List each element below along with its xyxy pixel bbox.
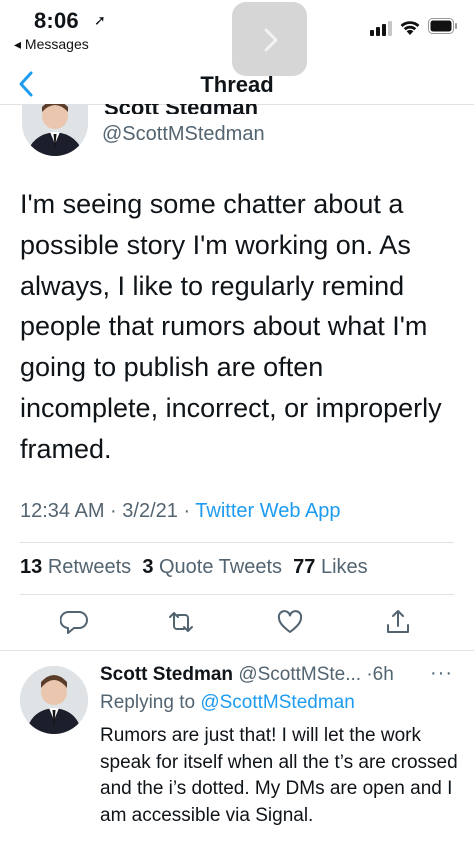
more-options-icon[interactable]: ···	[430, 662, 453, 685]
reply-handle-time: @ScottMSte... ·6h	[238, 664, 394, 685]
retweets-label: Retweets	[47, 556, 132, 578]
battery-icon	[428, 18, 457, 34]
divider	[20, 594, 454, 595]
reply-text: Rumors are just that! I will let the wor…	[100, 725, 458, 826]
tweet-source-link[interactable]: Twitter Web App	[195, 500, 340, 522]
chevron-right-icon	[264, 28, 278, 52]
divider	[20, 542, 454, 543]
tweet-timestamp: 12:34 AM · 3/2/21 ·	[20, 500, 196, 522]
reply-icon[interactable]	[60, 608, 88, 636]
cellular-signal-icon	[370, 21, 392, 36]
location-icon: ➚	[94, 12, 106, 28]
quotes-label: Quote Tweets	[159, 556, 283, 578]
replying-to: Replying to @ScottMStedman	[100, 692, 355, 714]
divider	[0, 650, 474, 651]
retweets-count: 13	[20, 556, 43, 578]
author-name[interactable]: Scott Stedman	[104, 104, 304, 114]
author-handle[interactable]: @ScottMStedman	[102, 123, 265, 146]
quotes-count: 3	[142, 556, 154, 578]
tweet-text: I'm seeing some chatter about a possible…	[20, 189, 442, 464]
wifi-icon	[400, 21, 420, 35]
reply-avatar[interactable]	[20, 666, 88, 734]
tweet-meta: 12:34 AM · 3/2/21 · Twitter Web App	[20, 500, 341, 523]
retweet-icon[interactable]	[166, 608, 196, 636]
assistive-touch-button[interactable]	[232, 2, 307, 76]
reply-author[interactable]: Scott Stedman @ScottMSte... ·6h	[100, 664, 394, 686]
back-to-messages[interactable]: ◂ Messages	[14, 36, 89, 53]
replying-to-link[interactable]: @ScottMStedman	[200, 692, 354, 713]
reply-author-name: Scott Stedman	[100, 664, 234, 685]
likes-count: 77	[293, 556, 316, 578]
status-time: 8:06	[34, 8, 79, 33]
share-icon[interactable]	[384, 608, 412, 636]
replying-prefix: Replying to	[100, 692, 201, 713]
quote-tweets-stat[interactable]: 3 Quote Tweets	[142, 556, 282, 578]
like-icon[interactable]	[276, 608, 304, 636]
likes-stat[interactable]: 77 Likes	[293, 556, 368, 578]
page-title: Thread	[200, 72, 274, 97]
tweet-stats: 13 Retweets 3 Quote Tweets 77 Likes	[20, 556, 368, 579]
retweets-stat[interactable]: 13 Retweets	[20, 556, 131, 578]
avatar[interactable]	[22, 104, 88, 156]
likes-label: Likes	[320, 556, 368, 578]
